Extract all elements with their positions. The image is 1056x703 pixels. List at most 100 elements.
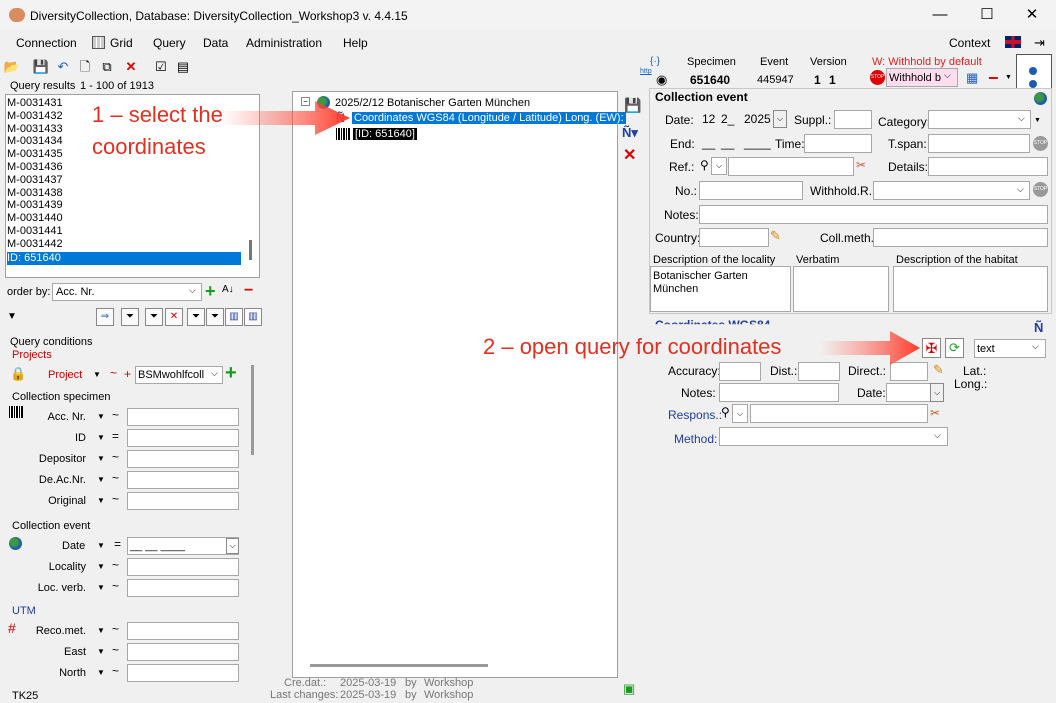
list-item[interactable]: M-0031433 <box>7 123 63 136</box>
specimen-condition-operator-dropdown[interactable]: ▼ <box>94 450 108 467</box>
utm-condition-operator-dropdown[interactable]: ▼ <box>94 622 108 639</box>
link-icon[interactable]: ✂ <box>930 406 940 420</box>
list-item[interactable]: M-0031439 <box>7 199 63 212</box>
arrow-right-icon[interactable]: ⇒ <box>96 308 114 326</box>
date-dropdown-icon[interactable]: ⌵ <box>773 110 787 128</box>
minimize-button[interactable]: — <box>930 6 950 24</box>
list-item[interactable]: M-0031436 <box>7 161 63 174</box>
menu-connection[interactable]: Connection <box>16 36 77 50</box>
add-record-icon[interactable]: ▣ <box>623 681 635 697</box>
save-icon[interactable]: 💾 <box>32 58 50 76</box>
maximize-button[interactable]: ☐ <box>977 6 997 24</box>
respons-dropdown-icon[interactable]: ⌵ <box>732 404 748 423</box>
utm-condition-field[interactable] <box>127 622 239 640</box>
no-field[interactable] <box>699 181 803 200</box>
list-item[interactable]: M-0031442 <box>7 238 63 251</box>
coord-query-button[interactable]: ✠ <box>922 338 941 358</box>
flag-uk-icon[interactable] <box>1005 36 1021 48</box>
coordinates-menu-icon[interactable]: Ñ▾ <box>622 125 638 141</box>
undo-icon[interactable]: ↶ <box>54 58 72 76</box>
menu-administration[interactable]: Administration <box>246 36 322 50</box>
list-item[interactable]: M-0031441 <box>7 225 63 238</box>
tree-view[interactable] <box>292 91 618 678</box>
ref-field[interactable] <box>728 157 854 176</box>
date-year[interactable]: 2025 <box>744 112 771 126</box>
notes-field[interactable] <box>699 205 1048 224</box>
list-item[interactable]: M-0031434 <box>7 135 63 148</box>
specimen-condition-field[interactable] <box>127 429 239 447</box>
country-field[interactable] <box>699 228 769 247</box>
list-item[interactable]: M-0031440 <box>7 212 63 225</box>
specimen-condition-field[interactable] <box>127 471 239 489</box>
delete-icon[interactable]: ✕ <box>122 58 140 76</box>
list-item[interactable]: M-0031431 <box>7 97 63 110</box>
coord-date-dropdown[interactable]: ⌵ <box>930 383 944 402</box>
panel-icon[interactable]: ▤ <box>174 58 192 76</box>
coord-notes-field[interactable] <box>719 383 839 402</box>
verbatim-field[interactable] <box>793 266 889 312</box>
list-item[interactable]: M-0031438 <box>7 187 63 200</box>
specimen-condition-operator-dropdown[interactable]: ▼ <box>94 492 108 509</box>
specimen-condition-operator-dropdown[interactable]: ▼ <box>94 471 108 488</box>
http-label[interactable]: http <box>640 68 652 75</box>
eye-icon[interactable]: ◉ <box>656 72 667 88</box>
exit-icon[interactable]: ⇥ <box>1034 35 1045 51</box>
conditions-scrollbar[interactable] <box>251 365 254 455</box>
utm-condition-field[interactable] <box>127 664 239 682</box>
category-select[interactable] <box>928 110 1031 129</box>
menu-help[interactable]: Help <box>343 36 368 50</box>
list-icon[interactable]: ▥ <box>225 308 243 326</box>
specimen-condition-field[interactable] <box>127 408 239 426</box>
utm-condition-operator-dropdown[interactable]: ▼ <box>94 664 108 681</box>
checkbox-icon[interactable]: ☑ <box>152 58 170 76</box>
event-condition-field[interactable] <box>127 558 239 576</box>
specimen-condition-operator-dropdown[interactable]: ▼ <box>94 408 108 425</box>
withholdr-select[interactable] <box>873 181 1030 200</box>
tspan-field[interactable] <box>928 134 1030 153</box>
suppl-field[interactable] <box>834 110 872 129</box>
pencil-icon[interactable]: ✎ <box>770 228 781 244</box>
specimen-condition-operator-dropdown[interactable]: ▼ <box>94 429 108 446</box>
date-month[interactable]: 2_ <box>721 112 734 126</box>
refresh-icon[interactable]: ⟳ <box>945 338 964 358</box>
link-icon[interactable]: ✂ <box>856 158 866 172</box>
method-select[interactable] <box>719 427 948 446</box>
event-date-operator[interactable]: ▼ <box>94 537 108 554</box>
filter-options-icon[interactable]: ⏷ <box>187 308 205 326</box>
utm-condition-field[interactable] <box>127 643 239 661</box>
remove-dropdown-icon[interactable]: ▼ <box>1005 74 1012 81</box>
specimen-condition-field[interactable] <box>127 492 239 510</box>
tree-scrollbar[interactable] <box>310 664 488 667</box>
list-item[interactable]: M-0031435 <box>7 148 63 161</box>
calendar-dropdown-icon[interactable]: ⌵ <box>226 538 239 554</box>
filter-add-icon[interactable]: ⏷ <box>145 308 163 326</box>
project-operator-dropdown[interactable]: ▼ <box>90 366 104 383</box>
time-field[interactable] <box>804 134 872 153</box>
table-view-icon[interactable]: ▦ <box>966 70 978 86</box>
tree-node-coordinates[interactable]: Coordinates WGS84 (Longitude / Latitude)… <box>352 112 626 124</box>
list-item[interactable]: M-0031437 <box>7 174 63 187</box>
end-year[interactable]: ____ <box>744 136 771 150</box>
stop-icon[interactable]: STOP <box>1033 136 1048 151</box>
filter-remove-icon[interactable]: ✕ <box>165 308 183 326</box>
ref-dropdown-icon[interactable]: ⌵ <box>711 157 727 175</box>
end-month[interactable]: __ <box>721 136 734 150</box>
end-day[interactable]: __ <box>702 136 715 150</box>
tree-node-id[interactable]: [ID: 651640] <box>353 128 417 140</box>
date-day[interactable]: 12 <box>702 112 715 126</box>
coord-date-field[interactable] <box>886 383 931 402</box>
new-query-icon[interactable]: 📂 <box>3 58 21 76</box>
event-condition-operator-dropdown[interactable]: ▼ <box>94 579 108 596</box>
event-condition-operator-dropdown[interactable]: ▼ <box>94 558 108 575</box>
collmeth-field[interactable] <box>873 228 1048 247</box>
sort-icon[interactable]: A↓ <box>222 284 234 295</box>
new-document-icon[interactable]: 🗋 <box>76 58 94 76</box>
category-dropdown-icon[interactable]: ▼ <box>1034 117 1041 124</box>
list-alt-icon[interactable]: ▥ <box>244 308 262 326</box>
specimen-condition-field[interactable] <box>127 450 239 468</box>
pencil-icon[interactable]: ✎ <box>933 362 944 378</box>
web-link-icon[interactable]: {·} <box>650 56 660 67</box>
remove-order-icon[interactable]: − <box>244 282 253 300</box>
add-order-icon[interactable]: + <box>205 281 216 302</box>
menu-grid[interactable]: Grid <box>110 36 133 50</box>
